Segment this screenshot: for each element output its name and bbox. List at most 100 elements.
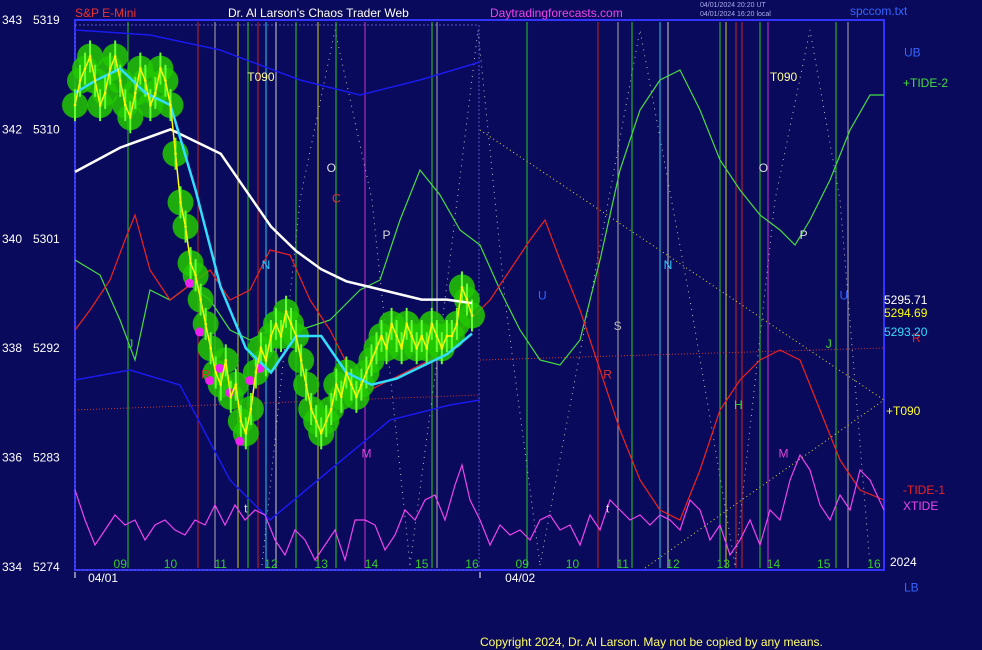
price-point [259,346,263,350]
price-point [103,91,107,95]
x-tick-label: 12 [264,557,278,571]
price-point [224,359,228,362]
price-point [425,346,429,350]
price-point [174,152,177,156]
chart-stage: S&P E-Mini Dr. Al Larson's Chaos Trader … [0,0,982,650]
annotation-letter: C [332,191,341,205]
price-point [465,298,469,301]
price-point [254,371,258,374]
level-line [479,347,885,361]
price-point [329,407,333,411]
price-point [420,334,424,338]
price-point [395,334,398,338]
price-point [450,334,454,338]
legend-entry: +TIDE-2 [903,76,948,90]
site-link[interactable]: Daytradingforecasts.com [490,6,623,20]
price-point [405,322,408,326]
chaos-trader-chart: S&P E-Mini Dr. Al Larson's Chaos Trader … [2,2,948,649]
right-value-label: 5295.71 [884,293,928,307]
timestamp-local: 04/01/2024 16:20 local [700,11,771,18]
price-point [289,322,293,326]
price-point [430,322,434,326]
x-tick-label: 15 [415,557,429,571]
price-point [350,383,353,386]
annotation-letter: N [664,258,673,272]
price-point [440,346,444,350]
price-point [123,103,127,107]
green-band [62,40,485,450]
price-point [355,395,358,399]
price-point [284,310,288,314]
y-tick-index: 343 [2,13,22,27]
price-point [169,103,172,107]
price-point [234,383,238,386]
price-point [274,322,278,326]
price-point [184,225,187,228]
annotation-letter: O [759,161,768,175]
price-point [199,298,202,301]
annotation-letter: N [262,258,271,272]
price-point [370,359,373,362]
y-tick-price: 5319 [33,13,60,27]
price-point [139,67,142,70]
x-tick-label: 13 [717,557,731,571]
price-point [304,383,308,386]
y-tick-index: 336 [2,451,22,465]
y-tick-price: 5310 [33,122,60,136]
price-point [345,371,348,374]
y-tick-index: 340 [2,232,22,246]
annotation-letter: J [826,337,832,351]
price-point [78,79,82,83]
y-tick-price: 5292 [33,341,60,355]
timestamp-ut: 04/01/2024 20:20 UT [700,2,766,9]
x-tick-label: 09 [114,557,128,571]
annotation-letter: P [383,228,391,242]
price-point [380,334,383,338]
y-tick-price: 5301 [33,232,60,246]
annotation-letter: P [800,228,808,242]
price-point [83,67,87,70]
price-point [400,346,403,350]
price-point [314,419,318,423]
chart-title: Dr. Al Larson's Chaos Trader Web [228,6,409,20]
price-point [164,79,167,83]
lb-line [74,369,481,522]
price-point [324,419,328,423]
price-point [73,103,77,107]
price-point [445,334,449,338]
annotation-letter: M [361,447,371,461]
legend-entry: LB [904,580,919,594]
x-tick-label: 09 [516,557,530,571]
price-point [189,261,192,265]
price-point [415,346,418,350]
annotation-letter: R [603,368,612,382]
magenta-dot [245,376,255,386]
annotation-letter: J [127,337,133,351]
price-point [113,55,117,58]
level-line [74,394,481,411]
y-tick-price: 5283 [33,451,60,465]
annotation-letter: H [734,398,743,412]
copyright-text: Copyright 2024, Dr. Al Larson. May not b… [480,635,823,649]
price-point [385,346,388,350]
price-point [229,395,233,399]
price-point [375,346,378,350]
legend-entry: XTIDE [903,499,938,513]
x-tick-label: 13 [315,557,329,571]
annotation-letter: M [779,447,789,461]
annotation-letter: T090 [770,70,798,84]
x-tick-label: 12 [666,557,680,571]
dotted-line [539,29,736,566]
price-point [249,407,253,411]
right-value-label: 5293.20 [884,325,928,339]
price-point [204,322,207,326]
price-point [108,67,112,70]
date-label: 04/01 [88,571,118,585]
price-point [144,79,147,83]
price-point [435,334,439,338]
annotation-letter: O [327,161,336,175]
x-tick-label: 10 [164,557,178,571]
annotation-letter: U [538,289,547,303]
price-point [294,334,298,338]
annotation-letters: T090 T090O OCP PN NU USJ JR RHM Mt t [127,70,848,516]
